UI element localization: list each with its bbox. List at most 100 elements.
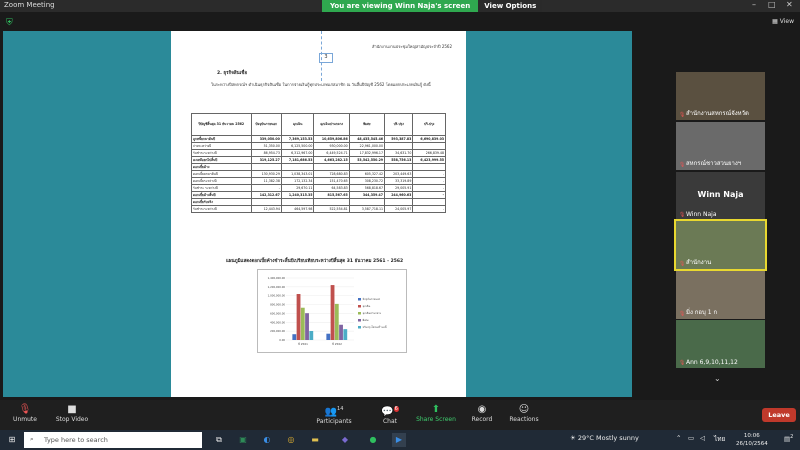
page-number: 3 [319, 53, 333, 63]
taskbar-clock[interactable]: 10:06 26/10/2564 [736, 432, 768, 448]
share-screen-icon: ⬆ [431, 404, 441, 415]
notification-icon[interactable]: ▤2 [784, 434, 793, 443]
table-cell: 3,587,718.11 [348, 205, 386, 213]
zoom-taskbar-icon[interactable]: ▶ [392, 433, 406, 447]
table-cell: - [412, 184, 446, 192]
table-cell: 34,631.70 [383, 149, 414, 157]
table-cell: - [412, 191, 446, 199]
participant-name: มิ่ง กอบุ 1 ก [686, 309, 718, 316]
volume-icon[interactable]: ◁ [700, 434, 705, 442]
share-screen-button[interactable]: ⬆ Share Screen [416, 403, 456, 423]
muted-mic-icon: 🎙 [679, 311, 686, 317]
participant-tile[interactable]: 🎙 Ann 6,9,10,11,12 [676, 320, 765, 368]
line-icon[interactable]: ● [366, 433, 380, 447]
chart-tick-label: 200,000.00 [270, 329, 285, 333]
network-icon[interactable]: ▭ [688, 434, 694, 442]
table-cell: 339,050.00 [250, 135, 282, 143]
participant-tile[interactable]: 🎙 สำนักงานสหกรณ์จังหวัด [676, 72, 765, 120]
loan-table: ปีบัญชีสิ้นสุด 31 ธันวาคม 2562 ปัจจุบันภา… [191, 113, 446, 213]
taskbar-search-input[interactable]: ⌕ Type here to search [24, 432, 202, 448]
table-cell: ดอกเบี้ยค้าง [191, 163, 252, 171]
app-icon[interactable]: ◆ [338, 433, 352, 447]
participant-tile[interactable]: 🎙 สหกรณ์ชาวสวนยางฯ [676, 122, 765, 170]
chat-badge: 6 [393, 406, 399, 412]
chart-bar [343, 329, 348, 340]
table-cell: 605,327.42 [348, 170, 386, 178]
chart-legend-label: ปัจจุบันภายนอก [363, 297, 381, 302]
table-cell: 244,960.63 [383, 191, 414, 199]
task-view-icon[interactable]: ⧉ [212, 433, 226, 447]
share-screen-label: Share Screen [416, 416, 456, 423]
share-banner-message: You are viewing Winn Naja's screen [322, 0, 479, 12]
muted-mic-icon: 🎙 [679, 162, 686, 168]
table-cell: 1,240,315.35 [280, 191, 315, 199]
windows-start-icon[interactable]: ⊞ [5, 433, 19, 447]
chat-button[interactable]: 💬6 Chat [378, 403, 402, 425]
participants-button[interactable]: 👥14 Participants [314, 403, 354, 425]
chrome-icon[interactable]: ◎ [284, 433, 298, 447]
file-explorer-icon[interactable]: ▬ [308, 433, 322, 447]
chart-tick-label: 600,000.00 [270, 311, 285, 315]
table-cell: 6,690,839.03 [412, 135, 446, 143]
maximize-icon[interactable]: □ [768, 0, 776, 9]
table-row: รับชำระระหว่างปี 86,954.73 6,312,967.00 6,4… [191, 149, 446, 157]
muted-mic-icon: 🎙 [679, 112, 686, 118]
minimize-icon[interactable]: – [752, 0, 756, 9]
stop-video-label: Stop Video [55, 416, 89, 423]
table-cell [348, 163, 386, 171]
participant-tile[interactable]: 🎙 มิ่ง กอบุ 1 ก [676, 271, 765, 319]
language-indicator[interactable]: ไทย [714, 434, 725, 444]
chart-category-label: ปี 2561 [298, 342, 308, 346]
interest-chart: 1,400,000.00 1,200,000.00 1,000,000.00 800,… [257, 269, 407, 353]
chat-icon: 💬6 [381, 406, 399, 418]
window-title: Zoom Meeting [4, 1, 55, 9]
participant-name: Winn Naja [686, 211, 717, 218]
gallery-scroll-down-icon[interactable]: ⌄ [714, 374, 721, 383]
chart-legend-label: ฉุกเฉินปานกลาง [363, 311, 382, 316]
table-cell: 11,382.38 [250, 177, 282, 185]
muted-mic-icon: 🎙 [679, 261, 686, 267]
participant-big-name: Winn Naja [697, 190, 744, 199]
shared-document: สำนักงานงานประชุมใหญ่สามัญประจำปี 2562 3… [171, 31, 466, 397]
view-options-button[interactable]: View Options [478, 0, 543, 12]
table-cell: 51,350.00 [250, 142, 282, 150]
chart-bar [330, 285, 335, 340]
table-cell: 558,756.13 [383, 156, 414, 164]
clock-time: 10:06 [743, 433, 760, 439]
table-header-row: ปีบัญชีสิ้นสุด 31 ธันวาคม 2562 ปัจจุบันภา… [191, 113, 446, 136]
view-button[interactable]: ▦ View [772, 18, 794, 25]
record-button[interactable]: ◉ Record [470, 403, 494, 423]
reactions-icon: ☺ [518, 404, 530, 415]
table-cell [412, 163, 446, 171]
clock-date: 26/10/2564 [736, 441, 768, 447]
section-paragraph: ในระหว่างปีสหกรณ์ฯ ดำเนินธุรกิจสินเชื่อ … [211, 82, 431, 87]
table-cell [280, 163, 315, 171]
chart-legend-swatch [358, 312, 361, 315]
table-cell: 6,312,967.00 [280, 149, 315, 157]
table-cell: 29,670.11 [280, 184, 315, 192]
table-row: ดอกเบี้ยค้าง [191, 163, 446, 171]
table-cell: 86,954.73 [250, 149, 282, 157]
table-cell: - [412, 205, 446, 213]
participant-tile[interactable]: Winn Naja 🎙 Winn Naja [676, 172, 765, 220]
unmute-button[interactable]: 🎙 Unmute [10, 403, 40, 423]
table-cell [412, 198, 446, 206]
chart-tick-label: 800,000.00 [270, 303, 285, 307]
edge-icon[interactable]: ◐ [260, 433, 274, 447]
reactions-button[interactable]: ☺ Reactions [508, 403, 540, 423]
table-cell [383, 163, 414, 171]
chart-tick-label: 1,000,000.00 [268, 294, 286, 298]
stop-video-button[interactable]: ■ Stop Video [54, 403, 90, 423]
close-icon[interactable]: ✕ [786, 0, 793, 9]
participant-name: Ann 6,9,10,11,12 [686, 359, 738, 366]
participant-name: สำนักงานสหกรณ์จังหวัด [686, 110, 749, 117]
screen-share-banner: You are viewing Winn Naja's screen View … [322, 0, 543, 12]
leave-button[interactable]: Leave [762, 408, 796, 422]
table-cell: 48,435,545.46 [348, 135, 386, 143]
weather-widget[interactable]: ☀ 29°C Mostly sunny [570, 434, 639, 442]
tray-chevron-icon[interactable]: ⌃ [676, 434, 681, 442]
table-cell: 203,449.63 [383, 170, 414, 178]
chart-legend-label: ฉุกเฉิน [363, 304, 371, 309]
excel-icon[interactable]: ▣ [236, 433, 250, 447]
participant-tile[interactable]: 🎙 สำนักงาน [674, 219, 767, 271]
